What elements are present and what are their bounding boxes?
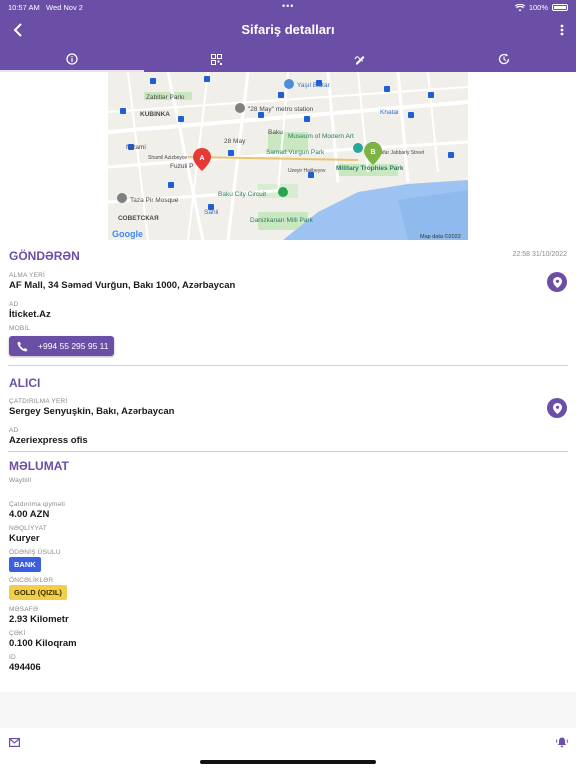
- tab-info[interactable]: [0, 46, 144, 72]
- order-datetime: 22:58 31/10/2022: [512, 251, 568, 258]
- transport-label: NƏQLİYYAT: [9, 525, 47, 532]
- pin-a-label: A: [199, 155, 204, 162]
- multitasking-dots-icon[interactable]: •••: [282, 1, 294, 11]
- signature-icon: [354, 56, 365, 65]
- map-label-taza-pir: Taza Pir Mosque: [130, 197, 179, 204]
- sender-title: GÖNDƏRƏN: [9, 249, 80, 263]
- map-label-may28: 28 May: [224, 138, 246, 145]
- pickup-location-button[interactable]: [547, 272, 567, 292]
- call-phone-button[interactable]: +994 55 295 95 11: [9, 336, 114, 356]
- delivery-location-button[interactable]: [547, 398, 567, 418]
- priority-badge: GOLD (QIZIL): [9, 585, 67, 600]
- delivery-fee-value: 4.00 AZN: [9, 509, 50, 520]
- mail-icon[interactable]: [9, 738, 20, 747]
- id-value: 494406: [9, 662, 41, 673]
- info-icon: [66, 53, 78, 65]
- map-label-danizkanari: Danizkanarı Milli Park: [250, 217, 314, 224]
- phone-number: +994 55 295 95 11: [38, 341, 109, 351]
- map-label-samad-vurgun: Samad Vurgun Park: [266, 149, 325, 156]
- mobile-label: MOBİL: [9, 325, 31, 332]
- status-bar: 10:57 AM Wed Nov 2 ••• 100%: [0, 0, 576, 14]
- battery-icon: [552, 4, 568, 11]
- divider: [8, 365, 568, 366]
- map-label-museum: Museum of Modern Art: [288, 133, 354, 140]
- route-map[interactable]: Zabitlər Parkı Yaşıl Bazar "28 May" metr…: [108, 72, 468, 240]
- weight-label: ÇƏKİ: [9, 630, 26, 637]
- history-icon: [498, 53, 510, 65]
- bell-alert-icon[interactable]: [556, 737, 568, 748]
- footer-spacer: [0, 692, 576, 728]
- pickup-address: AF Mall, 34 Səməd Vurğun, Bakı 1000, Azə…: [9, 280, 236, 291]
- delivery-address: Sergey Senyuşkin, Bakı, Azərbaycan: [9, 406, 175, 417]
- sender-name-label: AD: [9, 301, 19, 308]
- map-label-jabbarly: Jafar Jabbarly Street: [378, 150, 425, 156]
- waybill-label: Waybill: [9, 477, 32, 484]
- pin-b-label: B: [370, 149, 375, 156]
- phone-icon: [17, 341, 28, 351]
- receiver-name-label: AD: [9, 427, 19, 434]
- tab-qr[interactable]: [144, 46, 288, 72]
- app-header: Sifariş detalları: [0, 14, 576, 46]
- google-logo: Google: [112, 229, 143, 239]
- page-title: Sifariş detalları: [241, 22, 335, 37]
- map-label-sovetskaya: СОВЕТСКАЯ: [118, 215, 159, 222]
- payment-badge: BANK: [9, 557, 41, 572]
- map-canvas: Zabitlər Parkı Yaşıl Bazar "28 May" metr…: [108, 72, 468, 240]
- map-label-zabitlar: Zabitlər Parkı: [146, 94, 185, 101]
- delivery-fee-label: Çatdırılma qiyməti: [9, 501, 65, 508]
- pickup-label: ALMA YERİ: [9, 272, 46, 279]
- map-label-shamil: Shamil Azizbeyov: [148, 155, 188, 161]
- id-label: ID: [9, 654, 16, 661]
- home-indicator[interactable]: [200, 760, 376, 764]
- map-label-military-park: Military Trophies Park: [336, 165, 404, 172]
- map-label-uzeyir: Uzeyir Hajibeyov: [288, 168, 326, 174]
- tab-signature[interactable]: [288, 46, 432, 72]
- status-date: Wed Nov 2: [46, 3, 83, 12]
- weight-value: 0.100 Kiloqram: [9, 638, 77, 649]
- map-label-fuzuli: Fuzuli P: [170, 163, 193, 170]
- status-right: 100%: [514, 3, 568, 12]
- info-title: MƏLUMAT: [9, 459, 69, 473]
- map-label-nizami: Nizami: [126, 144, 146, 151]
- priority-label: ÖNCƏLİKLƏR: [9, 577, 54, 584]
- location-pin-icon: [552, 402, 562, 414]
- map-label-yasil-bazar: Yaşıl Bazar: [297, 82, 331, 89]
- transport-value: Kuryer: [9, 533, 40, 544]
- map-label-may28-station: "28 May" metro station: [248, 106, 314, 113]
- tab-history[interactable]: [432, 46, 576, 72]
- map-label-khatai: Khatai: [380, 109, 398, 116]
- battery-percent: 100%: [528, 3, 548, 12]
- receiver-title: ALICI: [9, 376, 41, 390]
- distance-label: MƏSAFƏ: [9, 606, 39, 613]
- receiver-name: Azeriexpress ofis: [9, 435, 88, 446]
- tab-bar: [0, 46, 576, 72]
- delivery-label: ÇATDIRILMA YERİ: [9, 398, 68, 405]
- more-vertical-icon: [560, 24, 564, 36]
- wifi-icon: [514, 3, 525, 11]
- map-label-baku: Baku: [268, 129, 283, 136]
- sender-name: İticket.Az: [9, 309, 51, 320]
- distance-value: 2.93 Kilometr: [9, 614, 69, 625]
- qr-code-icon: [210, 53, 222, 65]
- map-label-sahil: Sahil: [204, 209, 219, 216]
- map-label-kubinka: KUBINKA: [140, 111, 170, 118]
- more-options-button[interactable]: [558, 20, 566, 40]
- divider: [8, 451, 568, 452]
- map-label-circuit: Baku City Circuit: [218, 191, 266, 198]
- location-pin-icon: [552, 276, 562, 288]
- status-time: 10:57 AM: [8, 3, 40, 12]
- payment-label: ÖDƏNİŞ ÜSULU: [9, 549, 61, 556]
- map-attribution: Map data ©2022: [420, 233, 461, 240]
